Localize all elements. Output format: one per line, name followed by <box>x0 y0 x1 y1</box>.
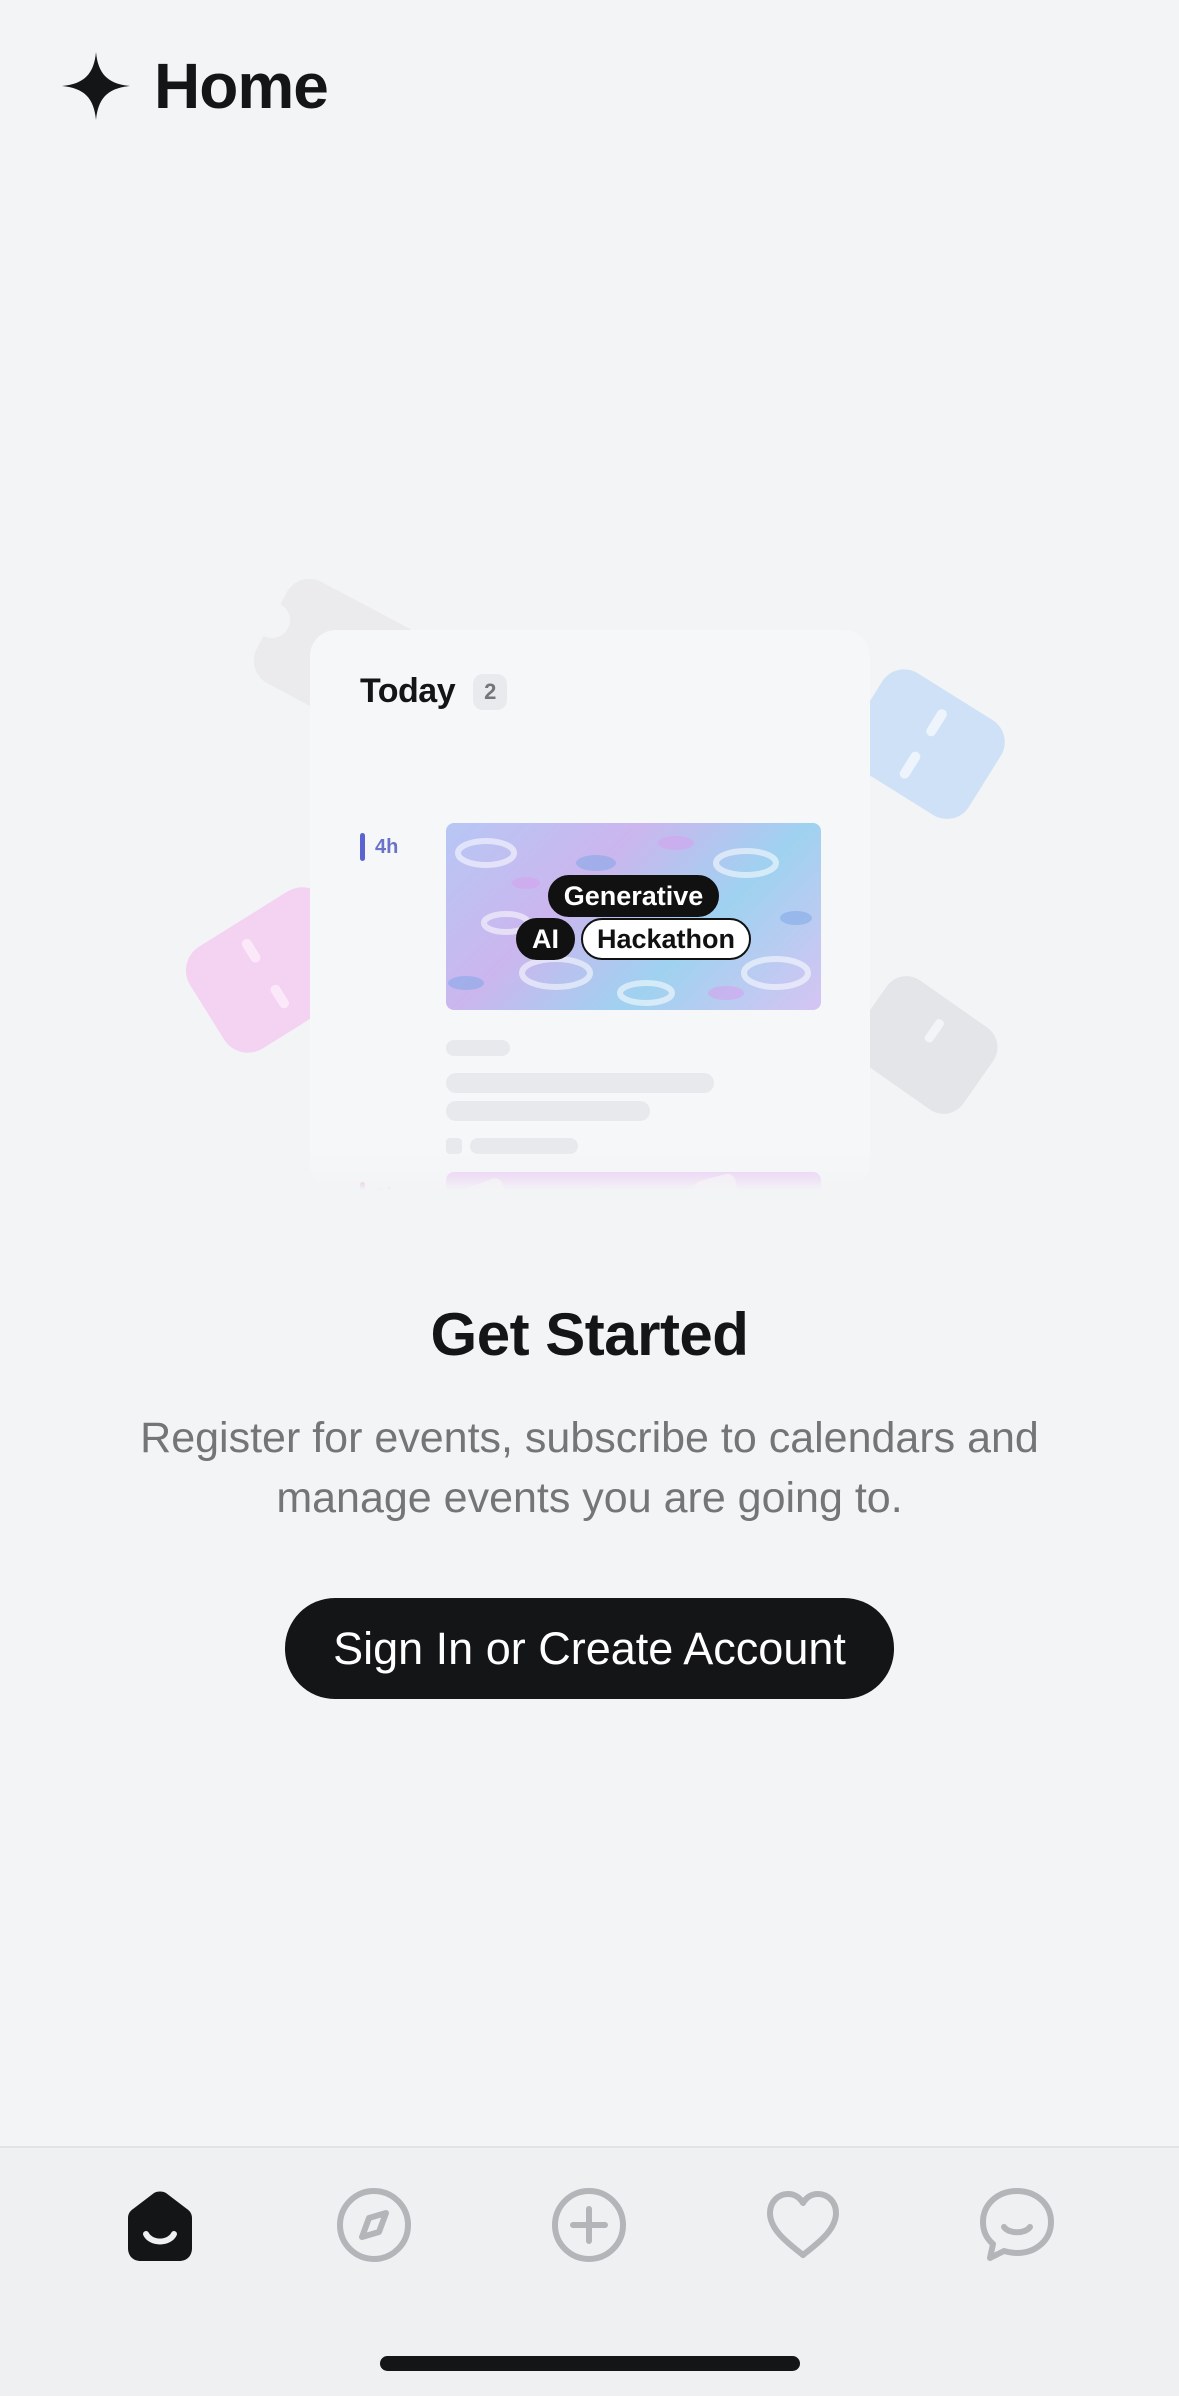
plus-circle-icon <box>552 2188 626 2262</box>
today-label: Today <box>360 672 456 710</box>
event-time: 4h <box>375 835 399 858</box>
compass-icon <box>337 2188 411 2262</box>
event-time-marker: 4h <box>360 833 398 861</box>
card-fade <box>310 1150 870 1190</box>
pill-ai: AI <box>515 918 575 960</box>
home-indicator[interactable] <box>380 2356 800 2371</box>
tab-chat[interactable] <box>974 2182 1060 2268</box>
home-icon <box>128 2191 192 2261</box>
sparkle-icon <box>60 50 132 122</box>
tab-home[interactable] <box>117 2182 203 2268</box>
event-cover-image: Generative AI Hackathon <box>446 823 821 1010</box>
skeleton-line <box>446 1073 714 1093</box>
get-started-heading: Get Started <box>430 1301 749 1368</box>
home-screen: Home Today 2 4h Generative AI Hackathon … <box>0 0 1179 2396</box>
pill-generative: Generative <box>547 875 720 917</box>
event-title-line-2: AI Hackathon <box>446 918 821 960</box>
header: Home <box>60 46 329 126</box>
tab-explore[interactable] <box>331 2182 417 2268</box>
tab-favorites[interactable] <box>760 2182 846 2268</box>
time-accent-bar <box>360 833 365 861</box>
pill-hackathon: Hackathon <box>580 918 752 960</box>
heart-icon <box>767 2191 839 2258</box>
page-title: Home <box>154 50 329 122</box>
sign-in-create-account-button[interactable]: Sign In or Create Account <box>285 1598 894 1699</box>
get-started-description: Register for events, subscribe to calend… <box>140 1414 1039 1522</box>
event-title-line-1: Generative <box>446 875 821 917</box>
today-count-badge: 2 <box>473 673 508 710</box>
skeleton-line <box>446 1040 510 1056</box>
calendar-illustration: Today 2 4h Generative AI Hackathon <box>0 540 1179 1190</box>
skeleton-line <box>446 1101 650 1121</box>
today-header: Today 2 <box>360 672 508 711</box>
chat-bubble-icon <box>980 2188 1054 2261</box>
today-card: Today 2 4h Generative AI Hackathon <box>310 630 870 1190</box>
tab-create[interactable] <box>546 2182 632 2268</box>
